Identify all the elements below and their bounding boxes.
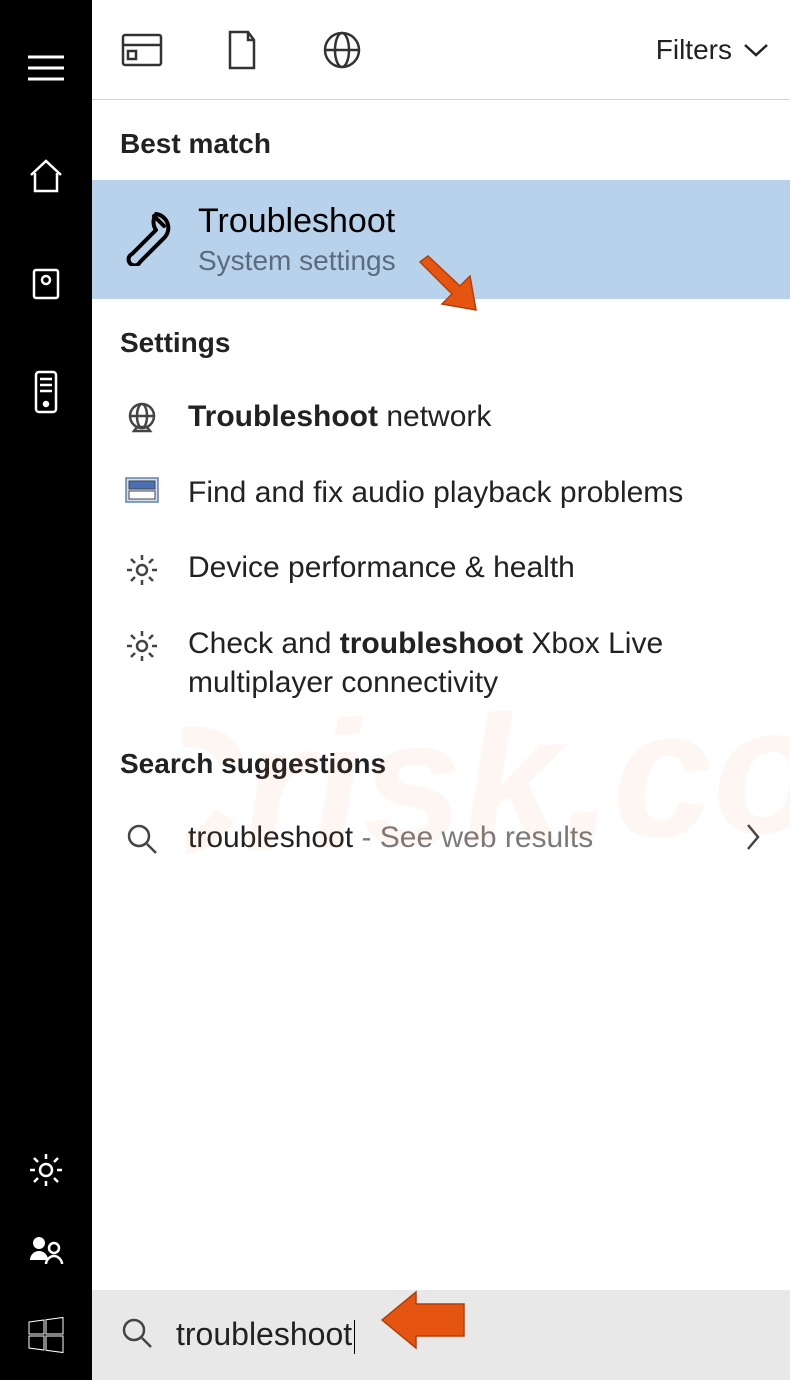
troubleshoot-monitor-icon — [118, 473, 166, 507]
search-icon — [118, 818, 166, 856]
settings-result-xbox[interactable]: Check and troubleshoot Xbox Live multipl… — [92, 606, 790, 720]
settings-result-audio[interactable]: Find and fix audio playback problems — [92, 455, 790, 530]
web-suggestion[interactable]: troubleshoot - See web results — [92, 800, 790, 878]
search-scope-tabs: Filters — [92, 0, 790, 100]
search-icon — [120, 1316, 154, 1355]
start-button[interactable] — [0, 1290, 92, 1380]
notebook-button[interactable] — [0, 244, 92, 324]
settings-result-device-health[interactable]: Device performance & health — [92, 530, 790, 606]
devices-button[interactable] — [0, 352, 92, 432]
documents-tab[interactable] — [192, 0, 292, 100]
chevron-down-icon — [742, 41, 770, 59]
settings-header: Settings — [92, 299, 790, 379]
search-text: troubleshoot — [176, 1316, 355, 1354]
globe-icon — [118, 397, 166, 437]
search-results-panel: PCrisk.com Best match Troubleshoot Syste… — [92, 100, 790, 1290]
settings-result-label: Find and fix audio playback problems — [188, 473, 762, 512]
best-match-result[interactable]: Troubleshoot System settings — [92, 180, 790, 299]
settings-button[interactable] — [0, 1130, 92, 1210]
settings-result-label: Device performance & health — [188, 548, 762, 587]
best-match-subtitle: System settings — [198, 245, 396, 277]
gear-icon — [118, 548, 166, 588]
settings-result-label: Check and troubleshoot Xbox Live multipl… — [188, 624, 762, 702]
suggestion-label: troubleshoot - See web results — [188, 818, 722, 857]
best-match-header: Best match — [92, 100, 790, 180]
apps-tab[interactable] — [92, 0, 192, 100]
web-tab[interactable] — [292, 0, 392, 100]
settings-result-troubleshoot-network[interactable]: Troubleshoot network — [92, 379, 790, 455]
best-match-title: Troubleshoot — [198, 202, 396, 241]
feedback-button[interactable] — [0, 1210, 92, 1290]
filters-dropdown[interactable]: Filters — [656, 34, 770, 66]
settings-result-label: Troubleshoot network — [188, 397, 762, 436]
search-box[interactable]: troubleshoot — [92, 1290, 790, 1380]
wrench-icon — [118, 208, 176, 271]
chevron-right-icon — [744, 818, 762, 860]
text-caret — [354, 1320, 355, 1354]
gear-icon — [118, 624, 166, 664]
menu-button[interactable] — [0, 28, 92, 108]
cortana-sidebar — [0, 0, 92, 1380]
suggestions-header: Search suggestions — [92, 720, 790, 800]
home-button[interactable] — [0, 136, 92, 216]
filters-label: Filters — [656, 34, 732, 66]
